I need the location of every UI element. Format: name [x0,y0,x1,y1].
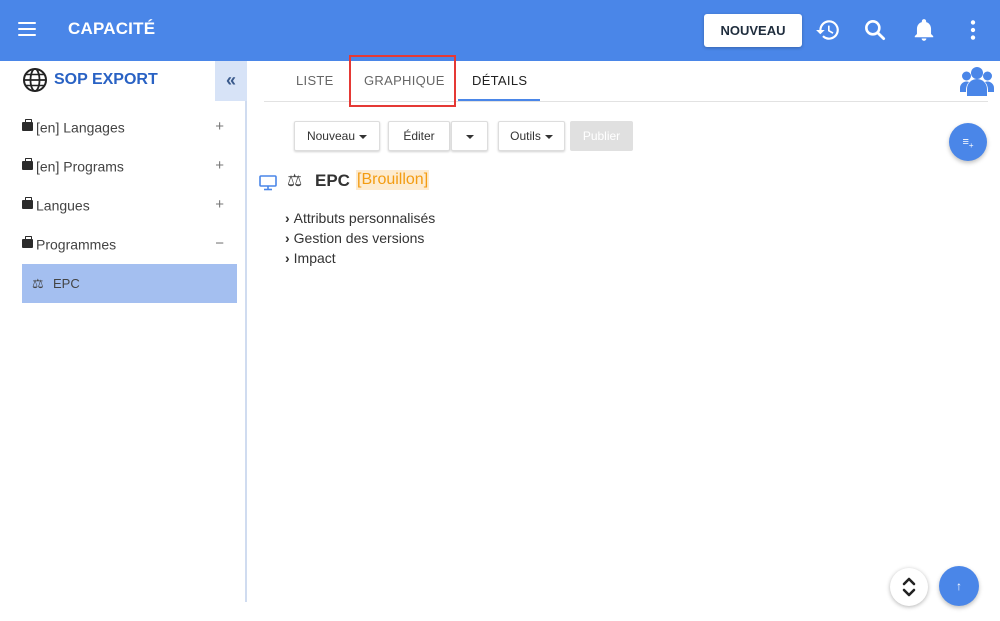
nouveau-label: Nouveau [306,129,356,143]
expand-icon[interactable]: + [215,157,224,174]
edit-label: Éditer [403,129,435,143]
status-badge: [Brouillon] [356,170,430,190]
detail-title: EPC [315,171,350,190]
publish-label: Publier [582,129,621,143]
list-action-fab[interactable]: ≡+ [949,123,987,161]
briefcase-icon [22,196,33,209]
edit-button[interactable]: Éditer [388,121,450,151]
caret-down-icon [544,134,553,139]
expand-icon[interactable]: + [215,196,224,213]
sidebar-title: SOP EXPORT [54,71,158,88]
bell-icon[interactable] [911,17,937,43]
scale-icon: ⚖ [32,276,44,291]
expand-icon[interactable]: + [215,118,224,135]
monitor-icon[interactable] [259,175,277,191]
tab-graphique[interactable]: GRAPHIQUE [364,73,445,88]
list-add-icon: ≡+ [962,136,974,151]
section-impact[interactable]: › Impact [285,250,336,266]
sidebar-item-epc[interactable]: ⚖ EPC [22,264,237,303]
chevron-right-icon: › [285,210,290,226]
active-tab-indicator [458,99,540,101]
nouveau-dropdown-button[interactable]: Nouveau [294,121,380,151]
sidebar-item-label: Programmes [36,236,117,253]
caret-down-icon [465,134,474,139]
tab-bar: LISTE GRAPHIQUE DÉTAILS [264,61,988,102]
sidebar-item-en-programs[interactable]: [en] Programs + [22,157,232,181]
section-version-management[interactable]: › Gestion des versions [285,230,424,246]
arrow-up-icon: ↑ [956,579,962,593]
tab-details[interactable]: DÉTAILS [472,73,527,88]
sidebar-item-label: Langues [36,197,90,214]
tab-liste[interactable]: LISTE [296,73,334,88]
sidebar-header: SOP EXPORT « [0,61,247,101]
edit-dropdown-toggle[interactable] [451,121,488,151]
collapse-icon[interactable]: − [215,235,224,252]
briefcase-icon [22,157,33,170]
section-custom-attributes[interactable]: › Attributs personnalisés [285,210,435,226]
history-icon[interactable] [815,17,841,43]
chevron-right-icon: › [285,250,290,266]
team-icon[interactable] [960,64,994,98]
outils-dropdown-button[interactable]: Outils [498,121,565,151]
more-vertical-icon[interactable] [960,17,986,43]
globe-icon [23,68,47,92]
caret-down-icon [359,134,368,139]
section-label: Attributs personnalisés [293,210,436,226]
app-header: CAPACITÉ NOUVEAU [0,0,1000,61]
new-button[interactable]: NOUVEAU [704,14,802,47]
sidebar-item-en-langages[interactable]: [en] Langages + [22,118,232,142]
section-label: Impact [293,250,336,266]
sidebar-item-langues[interactable]: Langues + [22,196,232,220]
search-icon[interactable] [862,17,888,43]
scroll-to-top-button[interactable]: ↑ [939,566,979,606]
scale-icon: ⚖ [287,171,303,190]
publish-button[interactable]: Publier [570,121,633,151]
sidebar-item-label: EPC [53,276,80,291]
outils-label: Outils [510,129,541,143]
sidebar: SOP EXPORT « [en] Langages + [en] Progra… [0,61,247,602]
collapse-sidebar-button[interactable]: « [215,61,247,101]
sidebar-item-label: [en] Langages [36,119,125,136]
chevron-up-down-icon [902,577,916,597]
scroll-toggle-button[interactable] [890,568,928,606]
briefcase-icon [22,118,33,131]
sidebar-item-programmes[interactable]: Programmes − [22,235,232,259]
section-label: Gestion des versions [293,230,425,246]
sidebar-item-label: [en] Programs [36,158,124,175]
hamburger-menu-icon[interactable] [16,18,38,42]
app-title: CAPACITÉ [68,19,156,38]
chevron-right-icon: › [285,230,290,246]
briefcase-icon [22,235,33,248]
